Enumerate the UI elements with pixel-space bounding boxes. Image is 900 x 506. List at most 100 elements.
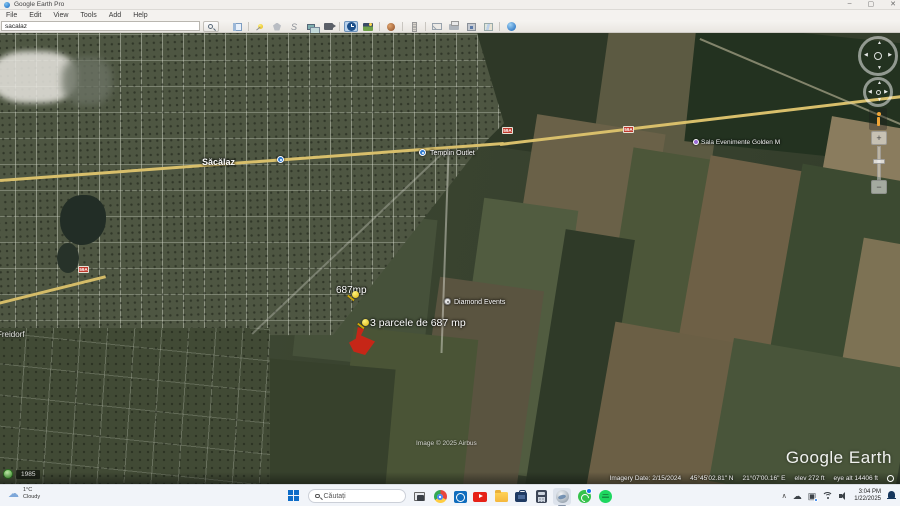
events-poi-icon[interactable] [444, 298, 451, 305]
map-viewport[interactable]: 59A 59A 59A Templin Outlet Sala Evenimen… [0, 33, 900, 484]
pegman-control[interactable] [869, 108, 887, 130]
hide-sidebar-button[interactable] [230, 21, 244, 32]
spotify-button[interactable] [596, 488, 614, 505]
add-image-overlay-button[interactable] [304, 21, 318, 32]
taskbar-search-placeholder: Căutați [324, 493, 346, 500]
onedrive-cloud-icon[interactable]: ☁ [793, 491, 802, 501]
menu-tools[interactable]: Tools [74, 12, 102, 19]
zoom-slider-handle[interactable] [873, 159, 885, 164]
path-icon: S [291, 23, 297, 31]
system-clock[interactable]: 3:04 PM 1/22/2025 [854, 489, 881, 503]
image-overlay-icon [307, 24, 315, 30]
search-button[interactable] [203, 21, 219, 32]
taskbar-search[interactable]: Căutați [308, 489, 406, 503]
windows-taskbar: ☁ 1°C Cloudy Căutați ∧ ☁ ▣ 3:04 PM [0, 484, 900, 506]
store-poi-icon[interactable] [277, 156, 284, 163]
briefcase-app-button[interactable] [512, 488, 530, 505]
menu-add[interactable]: Add [103, 12, 127, 19]
window-titlebar: Google Earth Pro – ▢ ✕ [0, 0, 900, 10]
whatsapp-button[interactable] [575, 488, 593, 505]
placemark-pin-icon [258, 24, 263, 29]
yellow-pushpin-icon[interactable] [346, 291, 360, 305]
search-icon [315, 494, 320, 499]
spotify-icon [599, 490, 612, 503]
move-joystick[interactable]: ▲ ▼ ◀ ▶ [863, 77, 893, 107]
folder-icon [495, 492, 508, 502]
historical-imagery-button[interactable] [344, 21, 358, 32]
google-earth-icon [556, 490, 569, 503]
outlook-icon [454, 491, 467, 503]
sunlight-button[interactable] [361, 21, 375, 32]
google-earth-taskbar-button[interactable] [553, 488, 571, 505]
notification-badge [586, 488, 592, 494]
teams-icon[interactable]: ▣ [808, 491, 817, 501]
switch-planets-button[interactable] [384, 21, 398, 32]
poi-label[interactable]: Templin Outlet [430, 150, 475, 157]
pegman-icon [875, 112, 881, 126]
road-shield: 59A [623, 126, 634, 133]
store-poi-icon[interactable] [419, 149, 426, 156]
suburb-area [0, 328, 270, 484]
earth-view-button[interactable] [504, 21, 518, 32]
close-button[interactable]: ✕ [890, 0, 896, 8]
road-shield: 59A [78, 266, 89, 273]
tray-overflow-chevron-icon[interactable]: ∧ [782, 492, 787, 500]
email-button[interactable] [430, 21, 444, 32]
poi-label[interactable]: Diamond Events [454, 299, 505, 306]
weather-condition: Cloudy [23, 494, 40, 501]
menu-help[interactable]: Help [127, 12, 153, 19]
eye-icon [874, 52, 882, 60]
save-image-button[interactable] [464, 21, 478, 32]
print-button[interactable] [447, 21, 461, 32]
search-input[interactable] [1, 21, 200, 31]
chrome-icon [434, 490, 447, 503]
calculator-button[interactable] [532, 488, 550, 505]
add-path-button[interactable]: S [287, 21, 301, 32]
eye-alt-label: eye alt [834, 475, 853, 482]
ruler-button[interactable] [407, 21, 421, 32]
weather-widget[interactable]: ☁ 1°C Cloudy [8, 487, 40, 500]
youtube-button[interactable] [471, 488, 489, 505]
envelope-icon [432, 23, 442, 30]
globe-icon [507, 22, 516, 31]
latitude-readout: 45°45'02.81" N [690, 475, 733, 482]
placemark-label[interactable]: 3 parcele de 687 mp [370, 317, 466, 329]
file-explorer-button[interactable] [492, 488, 510, 505]
poi-label[interactable]: Sala Evenimente Golden M [701, 139, 780, 146]
wifi-icon[interactable] [822, 492, 833, 501]
search-icon [208, 24, 213, 29]
chrome-button[interactable] [431, 488, 449, 505]
desktop: Google Earth Pro – ▢ ✕ File Edit View To… [0, 0, 900, 506]
elev-label: elev [795, 475, 807, 482]
briefcase-icon [515, 492, 527, 502]
calculator-icon [536, 490, 547, 503]
video-camera-icon [324, 23, 333, 30]
menu-view[interactable]: View [47, 12, 74, 19]
map-status-bar: Imagery Date: 2/15/2024 45°45'02.81" N 2… [0, 472, 900, 484]
menu-bar: File Edit View Tools Add Help [0, 10, 900, 20]
road-shield: 59A [502, 127, 513, 134]
add-placemark-button[interactable] [253, 21, 267, 32]
start-button[interactable] [288, 490, 300, 502]
record-tour-button[interactable] [321, 21, 335, 32]
longitude-readout: 21°07'00.16" E [743, 475, 786, 482]
whatsapp-icon [578, 490, 591, 503]
maximize-button[interactable]: ▢ [868, 0, 875, 8]
zoom-in-button[interactable]: + [871, 131, 887, 145]
zoom-out-button[interactable]: − [871, 180, 887, 194]
cloud-shadow [62, 57, 112, 105]
speaker-icon[interactable] [839, 492, 848, 501]
menu-edit[interactable]: Edit [23, 12, 47, 19]
task-view-button[interactable] [410, 488, 428, 505]
view-in-maps-button[interactable] [481, 21, 495, 32]
minimize-button[interactable]: – [848, 0, 852, 8]
window-title: Google Earth Pro [14, 1, 64, 8]
menu-file[interactable]: File [0, 12, 23, 19]
notifications-bell-icon[interactable] [887, 491, 896, 501]
pond [57, 243, 79, 273]
venue-poi-icon[interactable] [693, 139, 699, 145]
look-joystick[interactable]: ▲ ▼ ◀ ▶ [858, 36, 898, 76]
clock-icon [347, 22, 356, 31]
add-polygon-button[interactable] [270, 21, 284, 32]
outlook-button[interactable] [451, 488, 469, 505]
